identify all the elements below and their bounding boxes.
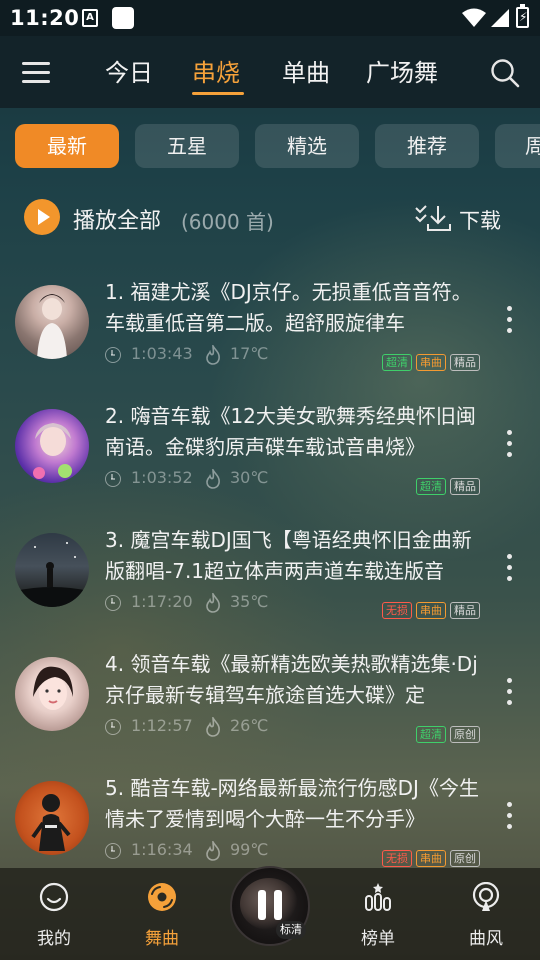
fire-icon — [206, 593, 220, 613]
fire-icon — [206, 717, 220, 737]
grade-tag: 原创 — [450, 726, 480, 743]
download-label[interactable]: 下载 — [459, 205, 501, 235]
grade-tag: 精品 — [450, 602, 480, 619]
player-quality-badge: 标清 — [276, 921, 306, 939]
more-options-icon[interactable] — [506, 430, 514, 462]
status-time: 11:20 — [10, 6, 80, 30]
song-heat: 35℃ — [230, 592, 269, 611]
song-duration: 1:03:43 — [131, 344, 193, 363]
song-heat: 17℃ — [230, 344, 269, 363]
filter-chip-weekly[interactable]: 周 — [495, 124, 540, 168]
mini-player[interactable]: 标清 — [230, 866, 310, 946]
more-options-icon[interactable] — [506, 802, 514, 834]
menu-icon[interactable] — [22, 62, 50, 84]
fire-icon — [206, 345, 220, 365]
play-all-count: (6000 首) — [181, 210, 274, 234]
tab-square-dance[interactable]: 广场舞 — [366, 53, 438, 88]
disc-icon — [148, 883, 176, 911]
song-cover-avatar — [15, 657, 89, 731]
notification-square-icon — [112, 7, 134, 29]
filter-chip-newest[interactable]: 最新 — [15, 124, 119, 168]
grade-tag: 精品 — [450, 354, 480, 371]
song-tags: 无损 串曲 原创 — [382, 850, 480, 868]
nav-item-charts[interactable]: 榜单 — [333, 868, 423, 960]
pause-icon[interactable] — [258, 890, 266, 920]
song-title[interactable]: 5. 酷音车载-网络最新最流行伤感DJ《今生情未了爱情到喝个大醉一生不分手》 — [105, 773, 485, 835]
song-title[interactable]: 1. 福建尤溪《DJ京仔。无损重低音音符。车载重低音第二版。超舒服旋律车 — [105, 277, 485, 339]
fire-icon — [206, 469, 220, 489]
song-heat: 30℃ — [230, 468, 269, 487]
wifi-icon — [462, 8, 486, 27]
filter-chip-selected[interactable]: 精选 — [255, 124, 359, 168]
tab-medley[interactable]: 串烧 — [192, 53, 240, 88]
tab-today[interactable]: 今日 — [105, 53, 153, 88]
song-tags: 超清 串曲 精品 — [382, 354, 480, 372]
smiley-icon — [39, 882, 69, 912]
chart-icon — [365, 883, 391, 911]
song-cover-avatar — [15, 285, 89, 359]
list-item[interactable]: 3. 魔宫车载DJ国飞【粤语经典怀旧金曲新版翻唱-7.1超立体声两声道车载连版音… — [0, 523, 540, 633]
clock-icon — [105, 719, 121, 735]
song-tags: 超清 原创 — [416, 726, 480, 744]
nav-label: 我的 — [37, 929, 71, 949]
top-header: 今日 串烧 单曲 广场舞 — [0, 36, 540, 108]
list-item[interactable]: 1. 福建尤溪《DJ京仔。无损重低音音符。车载重低音第二版。超舒服旋律车 1:0… — [0, 275, 540, 385]
nav-item-dance[interactable]: 舞曲 — [117, 868, 207, 960]
clock-icon — [105, 843, 121, 859]
list-item[interactable]: 4. 领音车载《最新精选欧美热歌精选集·Dj京仔最新专辑驾车旅途首选大碟》定 1… — [0, 647, 540, 757]
song-title[interactable]: 2. 嗨音车载《12大美女歌舞秀经典怀旧闽南语。金碟豹原声碟车载试音串烧》 — [105, 401, 485, 463]
active-tab-indicator — [192, 92, 244, 95]
podcast-icon — [472, 882, 500, 911]
more-options-icon[interactable] — [506, 306, 514, 338]
nav-label: 曲风 — [469, 929, 503, 949]
nav-item-mine[interactable]: 我的 — [9, 868, 99, 960]
signal-icon — [491, 9, 509, 27]
song-title[interactable]: 3. 魔宫车载DJ国飞【粤语经典怀旧金曲新版翻唱-7.1超立体声两声道车载连版音 — [105, 525, 485, 587]
quality-tag: 超清 — [416, 726, 446, 743]
play-all-icon[interactable] — [24, 199, 60, 235]
list-item[interactable]: 2. 嗨音车载《12大美女歌舞秀经典怀旧闽南语。金碟豹原声碟车载试音串烧》 1:… — [0, 399, 540, 509]
filter-chip-recommended[interactable]: 推荐 — [375, 124, 479, 168]
more-options-icon[interactable] — [506, 678, 514, 710]
song-duration: 1:12:57 — [131, 716, 193, 735]
type-tag: 串曲 — [416, 354, 446, 371]
tab-single[interactable]: 单曲 — [282, 53, 330, 88]
pause-icon[interactable] — [274, 890, 282, 920]
song-duration: 1:16:34 — [131, 840, 193, 859]
quality-tag: 超清 — [416, 478, 446, 495]
battery-icon: ⚡ — [516, 4, 529, 28]
nav-label: 榜单 — [361, 929, 395, 949]
song-heat: 99℃ — [230, 840, 269, 859]
download-icon[interactable] — [414, 204, 452, 232]
status-bar: 11:20 A ⚡ — [0, 0, 540, 36]
play-all-label[interactable]: 播放全部 — [73, 203, 161, 235]
song-duration: 1:17:20 — [131, 592, 193, 611]
song-tags: 无损 串曲 精品 — [382, 602, 480, 620]
song-cover-avatar — [15, 409, 89, 483]
type-tag: 串曲 — [416, 850, 446, 867]
quality-tag: 无损 — [382, 602, 412, 619]
grade-tag: 原创 — [450, 850, 480, 867]
song-cover-avatar — [15, 781, 89, 855]
fire-icon — [206, 841, 220, 861]
clock-icon — [105, 347, 121, 363]
clock-icon — [105, 595, 121, 611]
filter-chip-five-star[interactable]: 五星 — [135, 124, 239, 168]
nav-label: 舞曲 — [145, 929, 179, 949]
quality-tag: 超清 — [382, 354, 412, 371]
list-item[interactable]: 5. 酷音车载-网络最新最流行伤感DJ《今生情未了爱情到喝个大醉一生不分手》 1… — [0, 771, 540, 881]
song-heat: 26℃ — [230, 716, 269, 735]
nav-item-style[interactable]: 曲风 — [441, 868, 531, 960]
grade-tag: 精品 — [450, 478, 480, 495]
song-tags: 超清 精品 — [416, 478, 480, 496]
song-duration: 1:03:52 — [131, 468, 193, 487]
type-tag: 串曲 — [416, 602, 446, 619]
song-title[interactable]: 4. 领音车载《最新精选欧美热歌精选集·Dj京仔最新专辑驾车旅途首选大碟》定 — [105, 649, 485, 711]
quality-tag: 无损 — [382, 850, 412, 867]
notification-a-icon: A — [82, 9, 98, 27]
more-options-icon[interactable] — [506, 554, 514, 586]
search-icon[interactable] — [490, 58, 520, 88]
clock-icon — [105, 471, 121, 487]
song-cover-avatar — [15, 533, 89, 607]
